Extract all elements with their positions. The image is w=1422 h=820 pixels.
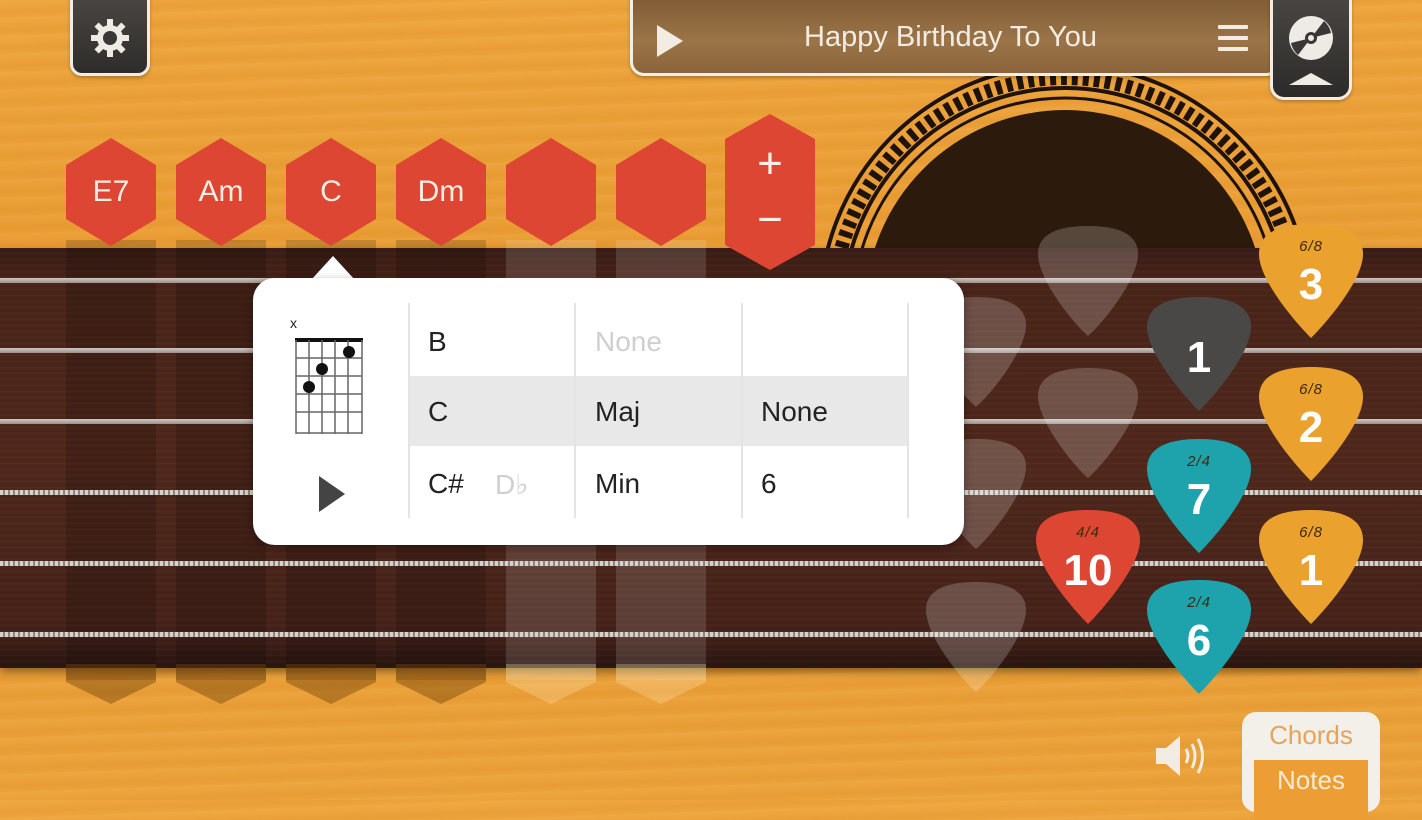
empty-pick-slot[interactable] [1032, 224, 1144, 339]
strum-pattern-pick[interactable]: 6/8 3 [1255, 222, 1367, 342]
chord-picker-popup: x B C C# D♭ None Maj Min None 6 [253, 278, 964, 545]
extension-option-6[interactable]: 6 [761, 468, 777, 500]
chord-slot-button-4[interactable]: Dm [396, 138, 486, 246]
pattern-number: 1 [1298, 546, 1324, 595]
pattern-number: 6 [1186, 616, 1212, 665]
chord-label: Am [198, 175, 244, 208]
chord-column-1[interactable] [66, 240, 156, 680]
selected-row-highlight [410, 376, 908, 446]
pattern-number: 2 [1298, 403, 1324, 452]
speaker-icon[interactable] [1153, 733, 1211, 779]
time-signature: 6/8 [1299, 381, 1323, 398]
column-tail [176, 664, 266, 704]
chord-slot-button-5[interactable] [506, 138, 596, 246]
column-tail [396, 664, 486, 704]
pattern-number: 3 [1298, 260, 1324, 309]
song-title: Happy Birthday To You [804, 21, 1097, 53]
chords-notes-toggle[interactable]: Chords Notes [1242, 712, 1380, 820]
time-signature: 2/4 [1187, 594, 1211, 611]
strum-pattern-pick[interactable]: 6/8 1 [1255, 508, 1367, 628]
pattern-number: 7 [1186, 475, 1212, 524]
chord-label: E7 [92, 175, 130, 208]
song-library-button[interactable] [1270, 0, 1352, 100]
play-song-button[interactable] [657, 25, 683, 57]
pattern-number: 1 [1186, 333, 1212, 382]
column-divider [574, 303, 576, 518]
quality-option-min[interactable]: Min [595, 468, 640, 500]
column-divider [741, 303, 743, 518]
disc-icon [1289, 16, 1333, 60]
eject-arrow-icon [1289, 73, 1333, 85]
quality-option-maj[interactable]: Maj [595, 396, 640, 428]
chord-slot-button-3[interactable]: C [286, 138, 376, 246]
chord-slot-button-1[interactable]: E7 [66, 138, 156, 246]
pattern-number: 10 [1063, 546, 1113, 595]
mode-option-notes[interactable]: Notes [1254, 760, 1368, 820]
strum-pattern-pick[interactable]: 6/8 2 [1255, 365, 1367, 485]
column-tail [286, 664, 376, 704]
strum-pattern-pick[interactable]: 1 [1143, 295, 1255, 415]
settings-button[interactable] [70, 0, 150, 76]
popup-pointer [311, 256, 355, 280]
add-chord-slot-button[interactable]: + [753, 142, 787, 186]
muted-string-marker: x [290, 316, 297, 331]
time-signature: 2/4 [1187, 453, 1211, 470]
finger-dot [343, 346, 355, 358]
strum-pattern-pick[interactable]: 2/4 7 [1143, 437, 1255, 557]
root-option-c[interactable]: C [428, 396, 448, 428]
time-signature: 6/8 [1299, 524, 1323, 541]
empty-pick-slot[interactable] [920, 580, 1032, 695]
song-bar[interactable]: Happy Birthday To You [630, 0, 1280, 76]
column-divider [907, 303, 909, 518]
empty-pick-slot[interactable] [1032, 366, 1144, 481]
strum-pattern-pick[interactable]: 2/4 6 [1143, 578, 1255, 698]
hamburger-menu-icon [1218, 25, 1248, 29]
chord-label: Dm [417, 175, 465, 208]
chord-slot-button-6[interactable] [616, 138, 706, 246]
strum-pattern-pick[interactable]: 4/4 10 [1032, 508, 1144, 628]
finger-dot [316, 363, 328, 375]
song-list-menu-button[interactable] [1218, 25, 1248, 58]
extension-option-none[interactable]: None [761, 396, 828, 428]
finger-dot [303, 381, 315, 393]
preview-chord-play-button[interactable] [319, 476, 345, 512]
chord-diagram: x [290, 316, 363, 434]
root-option-b[interactable]: B [428, 326, 447, 358]
mode-option-chords[interactable]: Chords [1244, 720, 1378, 751]
slot-count-control: + − [725, 114, 815, 270]
column-tail [506, 664, 596, 704]
gear-icon [91, 19, 129, 57]
remove-chord-slot-button[interactable]: − [753, 198, 787, 242]
quality-option-none[interactable]: None [595, 326, 662, 358]
root-option-c-sharp[interactable]: C# [428, 468, 464, 500]
time-signature: 6/8 [1299, 238, 1323, 255]
time-signature: 4/4 [1076, 524, 1100, 541]
column-tail [66, 664, 156, 704]
root-option-d-flat[interactable]: D♭ [495, 468, 528, 501]
column-divider [408, 303, 410, 518]
chord-slot-button-2[interactable]: Am [176, 138, 266, 246]
guitar-string-5[interactable] [0, 561, 1422, 566]
column-tail [616, 664, 706, 704]
chord-label: C [320, 175, 342, 208]
